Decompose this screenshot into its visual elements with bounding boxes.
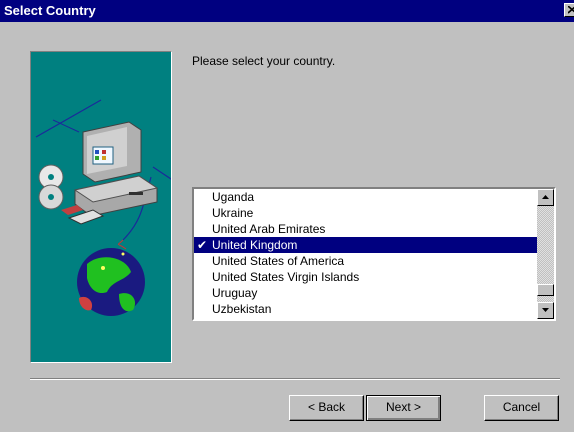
back-button[interactable]: < Back	[289, 395, 364, 421]
list-item-label: United Kingdom	[212, 238, 298, 252]
list-item-country[interactable]: Vanuatu	[194, 317, 537, 319]
scroll-down-button[interactable]	[537, 302, 554, 319]
list-item-label: Uganda	[212, 190, 255, 204]
list-item-country[interactable]: Uruguay	[194, 285, 537, 301]
list-item-country[interactable]: Uzbekistan	[194, 301, 537, 317]
scroll-up-button[interactable]	[537, 189, 554, 206]
list-item-label: Vanuatu	[212, 318, 256, 319]
list-item-country[interactable]: Ukraine	[194, 205, 537, 221]
scroll-thumb[interactable]	[537, 284, 554, 297]
list-item-label: Uzbekistan	[212, 302, 272, 316]
list-item-label: Uruguay	[212, 286, 258, 300]
cancel-button[interactable]: Cancel	[484, 395, 559, 421]
title-bar: Select Country	[0, 0, 574, 22]
cd-icon	[38, 164, 64, 210]
list-item-country[interactable]: Uganda	[194, 189, 537, 205]
list-item-label: United States of America	[212, 254, 345, 268]
list-item-country[interactable]: United States of America	[194, 253, 537, 269]
list-item-country[interactable]: United Arab Emirates	[194, 221, 537, 237]
check-icon: ✔	[197, 238, 208, 252]
list-item-label: United Arab Emirates	[212, 222, 326, 236]
next-button-label: Next >	[385, 400, 421, 414]
scroll-down-icon	[542, 308, 549, 312]
wizard-illustration	[30, 51, 172, 363]
vertical-scrollbar[interactable]	[537, 189, 554, 319]
close-button[interactable]	[564, 3, 574, 17]
scroll-up-icon	[542, 195, 549, 199]
separator	[30, 378, 560, 380]
window-title: Select Country	[4, 3, 96, 18]
list-item-label: Ukraine	[212, 206, 254, 220]
cancel-button-label: Cancel	[502, 400, 541, 414]
globe-icon	[77, 248, 145, 316]
prompt-text: Please select your country.	[192, 54, 336, 68]
list-item-label: United States Virgin Islands	[212, 270, 360, 284]
country-list[interactable]: Uganda Ukraine United Arab Emirates ✔ United…	[194, 189, 537, 319]
list-item-country[interactable]: United States Virgin Islands	[194, 269, 537, 285]
country-listbox[interactable]: Uganda Ukraine United Arab Emirates ✔ United…	[192, 187, 556, 321]
list-item-country[interactable]: ✔ United Kingdom	[194, 237, 537, 253]
back-button-label: < Back	[307, 400, 346, 414]
next-button[interactable]: Next >	[366, 395, 441, 421]
close-icon	[568, 6, 574, 14]
